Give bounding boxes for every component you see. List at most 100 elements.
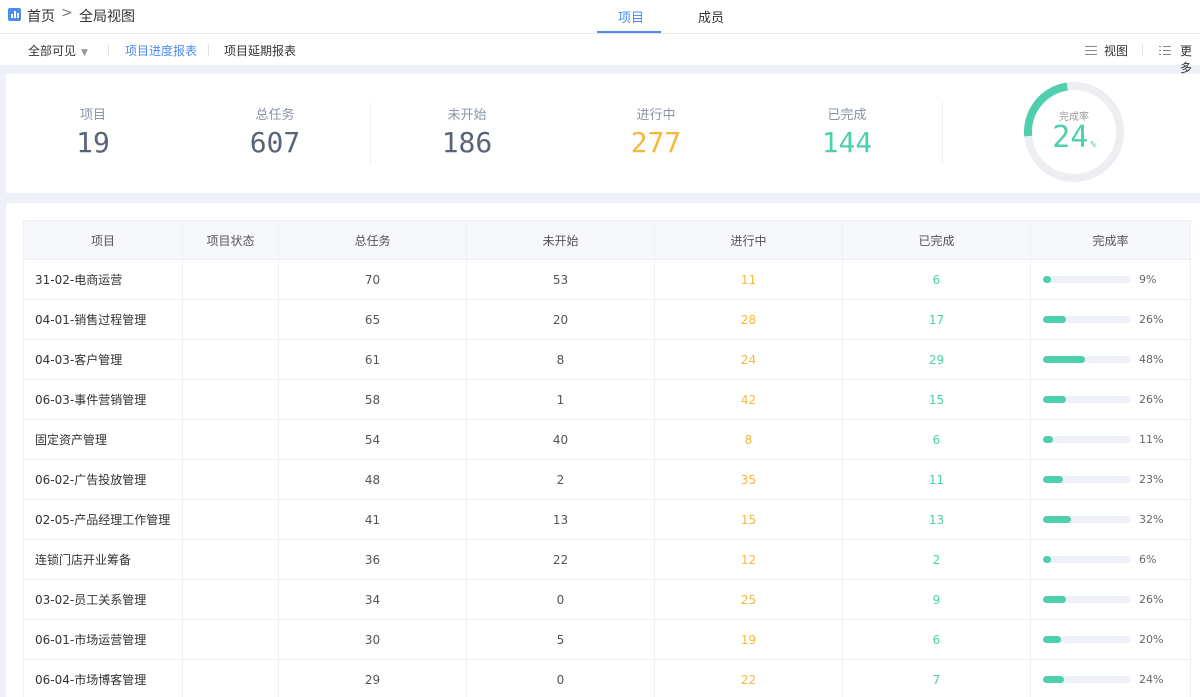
cell-project-name[interactable]: 06-03-事件营销管理 xyxy=(24,380,183,420)
cell-rate-label: 26% xyxy=(1139,313,1164,326)
stat-value: 186 xyxy=(441,126,493,159)
sliders-icon[interactable] xyxy=(1085,44,1097,56)
cell-rate: 26% xyxy=(1031,380,1190,420)
view-button[interactable]: 视图 xyxy=(1104,42,1128,59)
progress-fill xyxy=(1043,276,1051,283)
cell-not-started: 0 xyxy=(467,580,655,620)
divider xyxy=(108,44,109,56)
tab-members[interactable]: 成员 xyxy=(698,7,724,26)
cell-project-name[interactable]: 31-02-电商运营 xyxy=(24,260,183,300)
table-row[interactable]: 06-03-事件营销管理 58 1 42 15 26% xyxy=(23,380,1191,420)
completion-unit: % xyxy=(1090,140,1096,150)
cell-total: 48 xyxy=(279,460,467,500)
table-row[interactable]: 04-03-客户管理 61 8 24 29 48% xyxy=(23,340,1191,380)
bar-chart-icon[interactable] xyxy=(8,8,21,21)
cell-project-name[interactable]: 连锁门店开业筹备 xyxy=(24,540,183,580)
cell-project-name[interactable]: 06-01-市场运营管理 xyxy=(24,620,183,660)
cell-rate: 11% xyxy=(1031,420,1190,460)
cell-rate: 9% xyxy=(1031,260,1190,300)
cell-in-progress: 22 xyxy=(655,660,843,697)
cell-status xyxy=(183,420,279,460)
cell-total: 54 xyxy=(279,420,467,460)
cell-done: 11 xyxy=(843,460,1031,500)
cell-total: 65 xyxy=(279,300,467,340)
cell-not-started: 40 xyxy=(467,420,655,460)
active-tab-indicator xyxy=(597,31,661,33)
cell-project-name[interactable]: 02-05-产品经理工作管理 xyxy=(24,500,183,540)
breadcrumb-separator: > xyxy=(61,5,73,21)
scope-label: 全部可见 xyxy=(28,44,77,58)
cell-project-name[interactable]: 固定资产管理 xyxy=(24,420,183,460)
cell-status xyxy=(183,540,279,580)
cell-done: 7 xyxy=(843,660,1031,697)
top-bar: 首页 > 全局视图 项目 成员 xyxy=(0,0,1200,34)
cell-project-name[interactable]: 04-03-客户管理 xyxy=(24,340,183,380)
cell-rate: 26% xyxy=(1031,300,1190,340)
cell-rate: 23% xyxy=(1031,460,1190,500)
cell-in-progress: 19 xyxy=(655,620,843,660)
cell-rate-label: 48% xyxy=(1139,353,1164,366)
cell-rate-label: 11% xyxy=(1139,433,1164,446)
tab-projects[interactable]: 项目 xyxy=(618,7,644,26)
cell-status xyxy=(183,380,279,420)
cell-done: 2 xyxy=(843,540,1031,580)
cell-status xyxy=(183,620,279,660)
progress-track xyxy=(1043,556,1131,563)
tab-progress-report[interactable]: 项目进度报表 xyxy=(125,42,197,59)
cell-project-name[interactable]: 03-02-员工关系管理 xyxy=(24,580,183,620)
list-icon[interactable] xyxy=(1159,44,1171,56)
table-row[interactable]: 06-02-广告投放管理 48 2 35 11 23% xyxy=(23,460,1191,500)
table-row[interactable]: 04-01-销售过程管理 65 20 28 17 26% xyxy=(23,300,1191,340)
more-button[interactable]: 更多 xyxy=(1180,42,1200,76)
cell-project-name[interactable]: 04-01-销售过程管理 xyxy=(24,300,183,340)
progress-track xyxy=(1043,596,1131,603)
cell-rate: 48% xyxy=(1031,340,1190,380)
cell-rate-label: 9% xyxy=(1139,273,1157,286)
cell-done: 13 xyxy=(843,500,1031,540)
breadcrumb-current: 全局视图 xyxy=(79,9,135,25)
progress-fill xyxy=(1043,596,1066,603)
cell-total: 58 xyxy=(279,380,467,420)
table-row[interactable]: 03-02-员工关系管理 34 0 25 9 26% xyxy=(23,580,1191,620)
header-rate[interactable]: 完成率 xyxy=(1031,221,1190,261)
table-row[interactable]: 02-05-产品经理工作管理 41 13 15 13 32% xyxy=(23,500,1191,540)
table-row[interactable]: 06-01-市场运营管理 30 5 19 6 20% xyxy=(23,620,1191,660)
cell-in-progress: 25 xyxy=(655,580,843,620)
cell-project-name[interactable]: 06-02-广告投放管理 xyxy=(24,460,183,500)
breadcrumb-home[interactable]: 首页 xyxy=(27,6,55,26)
header-status[interactable]: 项目状态 xyxy=(183,221,279,261)
progress-fill xyxy=(1043,436,1053,443)
stat-value: 277 xyxy=(630,126,682,159)
header-total[interactable]: 总任务 xyxy=(279,221,467,261)
header-project[interactable]: 项目 xyxy=(24,221,183,261)
tab-delay-report[interactable]: 项目延期报表 xyxy=(224,42,296,59)
header-done[interactable]: 已完成 xyxy=(843,221,1031,261)
table-header: 项目 项目状态 总任务 未开始 进行中 已完成 完成率 xyxy=(23,220,1191,261)
cell-rate-label: 6% xyxy=(1139,553,1157,566)
stat-value: 144 xyxy=(821,126,873,159)
progress-fill xyxy=(1043,316,1066,323)
header-not-started[interactable]: 未开始 xyxy=(467,221,655,261)
cell-status xyxy=(183,340,279,380)
cell-not-started: 22 xyxy=(467,540,655,580)
header-in-progress[interactable]: 进行中 xyxy=(655,221,843,261)
scope-dropdown[interactable]: 全部可见 ▼ xyxy=(28,42,88,59)
cell-in-progress: 11 xyxy=(655,260,843,300)
table-row[interactable]: 连锁门店开业筹备 36 22 12 2 6% xyxy=(23,540,1191,580)
cell-done: 6 xyxy=(843,260,1031,300)
cell-project-name[interactable]: 06-04-市场博客管理 xyxy=(24,660,183,697)
cell-in-progress: 8 xyxy=(655,420,843,460)
cell-not-started: 13 xyxy=(467,500,655,540)
cell-rate-label: 26% xyxy=(1139,393,1164,406)
table-row[interactable]: 31-02-电商运营 70 53 11 6 9% xyxy=(23,260,1191,300)
summary-panel: 项目 19 总任务 607 未开始 186 进行中 277 已完成 144 完成… xyxy=(6,74,1200,193)
cell-total: 41 xyxy=(279,500,467,540)
progress-fill xyxy=(1043,396,1066,403)
cell-rate: 6% xyxy=(1031,540,1190,580)
table-row[interactable]: 固定资产管理 54 40 8 6 11% xyxy=(23,420,1191,460)
cell-done: 6 xyxy=(843,420,1031,460)
cell-rate-label: 20% xyxy=(1139,633,1164,646)
cell-rate-label: 26% xyxy=(1139,593,1164,606)
cell-done: 17 xyxy=(843,300,1031,340)
table-row[interactable]: 06-04-市场博客管理 29 0 22 7 24% xyxy=(23,660,1191,697)
